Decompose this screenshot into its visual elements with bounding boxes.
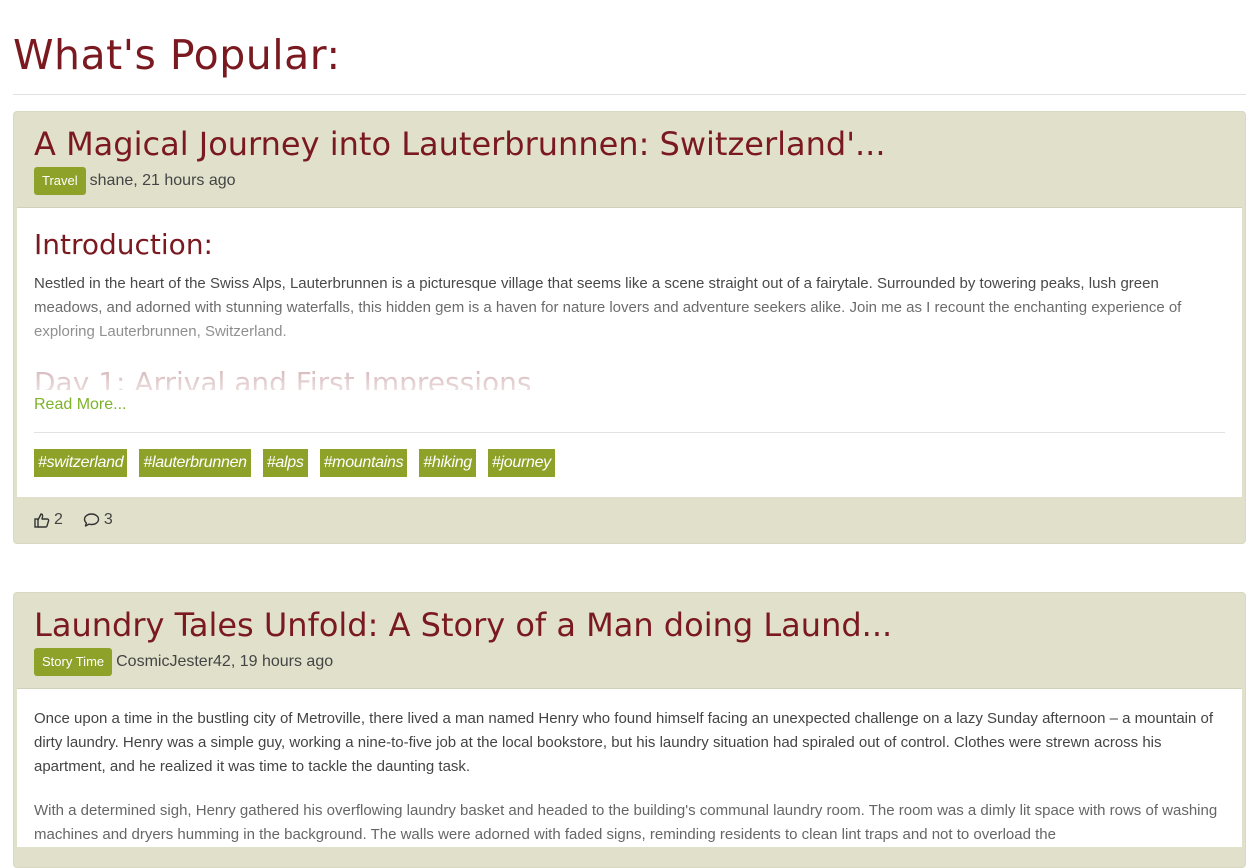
post-meta: Travel shane, 21 hours ago [34,167,1225,195]
thumbs-up-icon [34,513,50,528]
post-title[interactable]: Laundry Tales Unfold: A Story of a Man d… [34,605,1225,645]
like-count: 2 [54,511,63,528]
read-more-link[interactable]: Read More... [34,396,1225,414]
tags-divider [34,432,1225,433]
post-card: Laundry Tales Unfold: A Story of a Man d… [13,592,1246,868]
tag[interactable]: #alps [262,449,308,477]
post-title[interactable]: A Magical Journey into Lauterbrunnen: Sw… [34,124,1225,164]
post-author-time: CosmicJester42, 19 hours ago [116,653,334,670]
comment-button[interactable]: 3 [83,511,113,529]
page: What's Popular: A Magical Journey into L… [0,0,1252,868]
tag-list: #switzerland #lauterbrunnen #alps #mount… [34,449,1225,497]
title-divider [13,94,1246,95]
story-paragraph: With a determined sigh, Henry gathered h… [34,802,1218,843]
post-footer: 2 3 [14,497,1245,543]
post-excerpt: Introduction: Nestled in the heart of th… [34,226,1225,390]
post-body: Once upon a time in the bustling city of… [17,688,1242,847]
post-author-time: shane, 21 hours ago [89,172,236,189]
tag[interactable]: #lauterbrunnen [139,449,251,477]
story-paragraph: Once upon a time in the bustling city of… [34,710,1214,775]
comment-icon [83,513,100,527]
excerpt-heading: Introduction: [34,228,213,261]
category-badge[interactable]: Story Time [34,648,113,676]
page-title: What's Popular: [13,31,341,79]
like-button[interactable]: 2 [34,511,63,529]
tag[interactable]: #journey [487,449,555,477]
post-card: A Magical Journey into Lauterbrunnen: Sw… [13,111,1246,544]
tag[interactable]: #switzerland [34,449,128,477]
post-header: A Magical Journey into Lauterbrunnen: Sw… [14,112,1245,207]
post-meta: Story Time CosmicJester42, 19 hours ago [34,648,1225,676]
category-badge[interactable]: Travel [34,167,86,195]
post-header: Laundry Tales Unfold: A Story of a Man d… [14,593,1245,688]
excerpt-subheading: Day 1: Arrival and First Impressions [34,366,532,390]
tag[interactable]: #hiking [419,449,476,477]
post-body: Introduction: Nestled in the heart of th… [17,207,1242,497]
excerpt-text: Nestled in the heart of the Swiss Alps, … [34,275,1182,340]
comment-count: 3 [103,511,113,528]
tag[interactable]: #mountains [319,449,408,477]
